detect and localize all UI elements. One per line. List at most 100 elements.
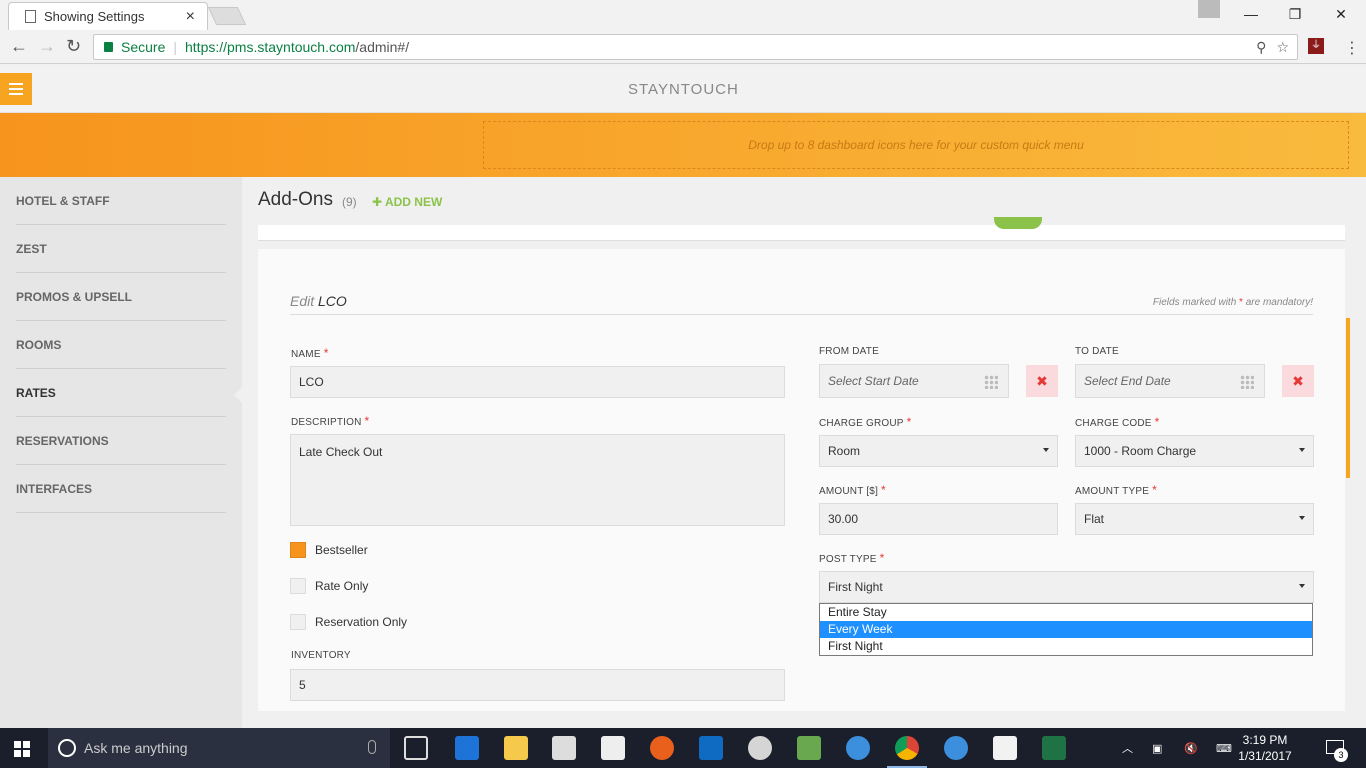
firefox-icon[interactable] xyxy=(650,736,674,760)
sidebar-item-rooms[interactable]: ROOMS xyxy=(16,321,226,369)
card-header: Edit LCO Fields marked with * are mandat… xyxy=(290,293,1313,315)
charge-group-select[interactable]: Room xyxy=(819,435,1058,467)
mandatory-note: Fields marked with * are mandatory! xyxy=(1152,297,1313,308)
search-placeholder: Ask me anything xyxy=(84,740,188,756)
hamburger-menu-icon[interactable] xyxy=(0,73,32,105)
forward-arrow-icon[interactable]: → xyxy=(38,36,56,57)
inventory-label: INVENTORY xyxy=(291,650,351,661)
snipping-tool-icon[interactable] xyxy=(748,736,772,760)
cortana-icon xyxy=(58,739,76,757)
page-title: Add-Ons xyxy=(258,189,333,210)
dropdown-option-highlighted[interactable]: Every Week xyxy=(820,621,1312,638)
active-item-pointer xyxy=(234,387,242,403)
windows-start-icon[interactable] xyxy=(14,741,30,757)
description-label: DESCRIPTION * xyxy=(291,414,370,428)
url-separator: | xyxy=(173,39,177,55)
name-label: NAME * xyxy=(291,346,329,360)
sidebar-item-reservations[interactable]: RESERVATIONS xyxy=(16,417,226,465)
user-profile-icon[interactable] xyxy=(1198,0,1220,18)
sidebar-item-rates[interactable]: RATES xyxy=(16,369,226,417)
rate-only-checkbox[interactable] xyxy=(290,578,306,594)
file-explorer-icon[interactable] xyxy=(504,736,528,760)
dropdown-option[interactable]: Entire Stay xyxy=(820,604,1312,621)
charge-code-value: 1000 - Room Charge xyxy=(1084,444,1197,458)
post-type-select[interactable]: First Night xyxy=(819,571,1314,603)
amount-input[interactable]: 30.00 xyxy=(819,503,1058,535)
description-textarea[interactable]: Late Check Out xyxy=(290,434,785,526)
from-date-placeholder: Select Start Date xyxy=(828,374,919,388)
cortana-search-box[interactable]: Ask me anything xyxy=(48,728,390,768)
sidebar-item-zest[interactable]: ZEST xyxy=(16,225,226,273)
scroll-indicator[interactable] xyxy=(1346,318,1350,478)
sidebar-item-hotel-staff[interactable]: HOTEL & STAFF xyxy=(16,177,226,225)
rate-only-label: Rate Only xyxy=(315,579,369,593)
excel-icon[interactable] xyxy=(1042,736,1066,760)
close-tab-icon[interactable]: × xyxy=(186,8,195,26)
edge-browser-icon[interactable] xyxy=(455,736,479,760)
volume-muted-icon[interactable]: 🔇 xyxy=(1184,728,1198,768)
to-date-label: TO DATE xyxy=(1075,346,1119,357)
lock-icon xyxy=(104,42,113,52)
chevron-down-icon xyxy=(1043,448,1049,452)
quick-menu-dropzone[interactable]: Drop up to 8 dashboard icons here for yo… xyxy=(483,121,1349,169)
java-icon[interactable] xyxy=(993,736,1017,760)
microphone-icon[interactable] xyxy=(368,740,376,754)
calendar-icon[interactable] xyxy=(1240,375,1254,389)
address-bar: ← → ↻ Secure | https://pms.stayntouch.co… xyxy=(0,30,1366,64)
to-date-input[interactable]: Select End Date xyxy=(1075,364,1265,398)
secure-label: Secure xyxy=(121,39,166,55)
browser-tab[interactable]: Showing Settings × xyxy=(8,2,208,30)
edit-heading: Edit LCO xyxy=(290,293,347,309)
close-window-button[interactable]: ✕ xyxy=(1318,0,1364,28)
minimize-button[interactable]: — xyxy=(1228,0,1274,28)
app-w-icon[interactable] xyxy=(797,736,821,760)
amazon-icon[interactable] xyxy=(601,736,625,760)
store-icon[interactable] xyxy=(552,736,576,760)
url-host: https://pms.stayntouch.com xyxy=(185,39,356,55)
dropdown-option[interactable]: First Night xyxy=(820,638,1312,655)
amount-type-select[interactable]: Flat xyxy=(1075,503,1314,535)
charge-code-select[interactable]: 1000 - Room Charge xyxy=(1075,435,1314,467)
clock-time: 3:19 PM xyxy=(1242,733,1288,747)
browser-menu-icon[interactable]: ⋮ xyxy=(1344,38,1360,58)
bestseller-checkbox[interactable] xyxy=(290,542,306,558)
taskbar-clock[interactable]: 3:19 PM 1/31/2017 xyxy=(1226,732,1304,764)
chrome-icon[interactable] xyxy=(895,736,919,760)
add-new-label: ADD NEW xyxy=(384,195,443,209)
new-tab-button[interactable] xyxy=(207,7,247,25)
name-input[interactable]: LCO xyxy=(290,366,785,398)
sidebar-item-interfaces[interactable]: INTERFACES xyxy=(16,465,226,513)
reservation-only-checkbox[interactable] xyxy=(290,614,306,630)
amount-label: AMOUNT [$] * xyxy=(819,483,886,497)
show-hidden-icons[interactable]: ︿ xyxy=(1122,728,1133,768)
zoom-icon[interactable]: ⚲ xyxy=(1256,39,1266,56)
calendar-icon[interactable] xyxy=(984,375,998,389)
url-path: /admin#/ xyxy=(355,39,410,55)
amount-type-value: Flat xyxy=(1084,512,1105,526)
bookmark-star-icon[interactable]: ☆ xyxy=(1276,39,1289,56)
sidebar-item-promos-upsell[interactable]: PROMOS & UPSELL xyxy=(16,273,226,321)
task-view-icon[interactable] xyxy=(404,736,428,760)
url-input[interactable]: Secure | https://pms.stayntouch.com /adm… xyxy=(93,34,1298,60)
restore-button[interactable]: ❐ xyxy=(1272,0,1318,28)
network-icon[interactable]: ▣ xyxy=(1152,728,1162,768)
pdf-extension-icon[interactable]: ⏚ xyxy=(1308,38,1324,54)
bestseller-label: Bestseller xyxy=(315,543,368,557)
chevron-down-icon xyxy=(1299,448,1305,452)
from-date-input[interactable]: Select Start Date xyxy=(819,364,1009,398)
charge-group-label: CHARGE GROUP * xyxy=(819,415,912,429)
notification-count-badge: 3 xyxy=(1334,748,1348,762)
outlook-icon[interactable] xyxy=(699,736,723,760)
reload-icon[interactable]: ↻ xyxy=(66,36,81,57)
internet-explorer-icon[interactable] xyxy=(846,736,870,760)
previous-list-row xyxy=(258,225,1345,241)
internet-explorer-icon[interactable] xyxy=(944,736,968,760)
toggle-switch[interactable] xyxy=(994,217,1042,229)
back-arrow-icon[interactable]: ← xyxy=(10,36,28,57)
add-new-button[interactable]: ✚ ADD NEW xyxy=(372,195,442,209)
inventory-input[interactable]: 5 xyxy=(290,669,785,701)
plus-icon: ✚ xyxy=(372,195,385,209)
clear-from-date-button[interactable]: ✖ xyxy=(1026,365,1058,397)
clear-to-date-button[interactable]: ✖ xyxy=(1282,365,1314,397)
charge-group-value: Room xyxy=(828,444,861,458)
